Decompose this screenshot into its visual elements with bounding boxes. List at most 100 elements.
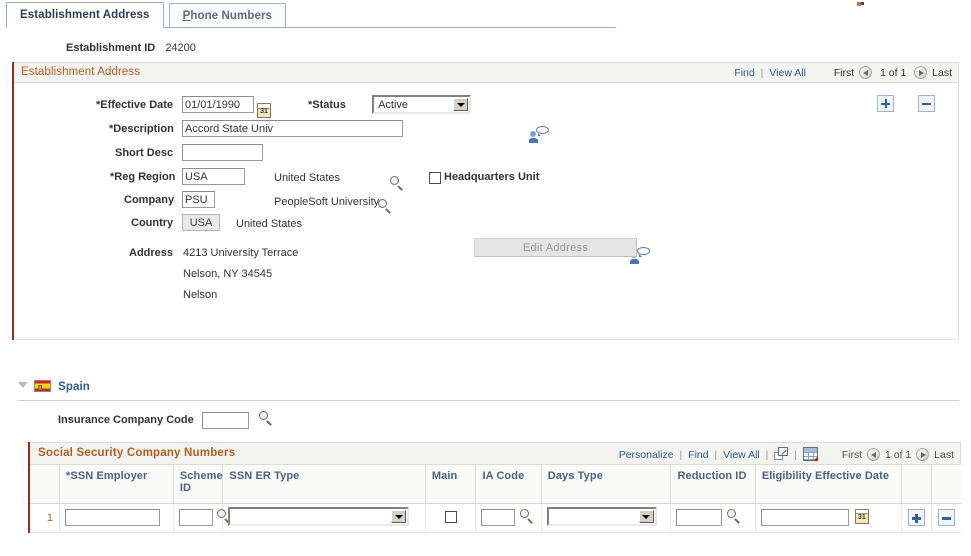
short-desc-label: Short Desc [115,147,174,159]
flag-spain-icon [34,380,52,392]
delete-row-button[interactable] [918,94,936,112]
chevron-down-icon[interactable] [638,509,654,523]
new-window-icon[interactable] [774,447,789,460]
address-line-1: 4213 University Terrace [183,247,299,259]
column-header-delete [931,465,961,504]
scheme-id-input[interactable] [178,509,213,527]
reg-region-label: *Reg Region [110,171,176,183]
chevron-down-icon[interactable] [18,380,29,391]
edit-address-button[interactable]: Edit Address [474,238,637,257]
tab-establishment-address[interactable]: Establishment Address [6,2,164,28]
find-link[interactable]: Find [734,67,754,79]
tab-phone-numbers-label: hone Numbers [190,10,273,22]
cell-eligibility-effective-date [755,503,903,533]
column-header-add [901,465,932,504]
row-counter: 1 of 1 [880,67,907,79]
description-input[interactable] [182,120,403,137]
main-checkbox[interactable] [444,511,457,523]
column-header-ssn-er-type[interactable]: SSN ER Type [222,465,426,504]
insurance-company-code-row: Insurance Company Code [18,411,959,429]
status-select-value: Active [378,99,409,111]
insurance-company-code-lookup-icon[interactable] [258,411,273,426]
description-comment-icon[interactable] [529,126,550,143]
eligibility-date-calendar-icon[interactable] [854,508,869,524]
ia-code-lookup-icon[interactable] [519,508,534,524]
first-label[interactable]: First [834,67,854,79]
reduction-id-input[interactable] [676,509,723,527]
cell-delete-row [931,503,961,533]
establishment-address-panel-header: Establishment Address Find | View All Fi… [14,62,959,83]
download-spreadsheet-icon[interactable] [802,447,818,461]
cell-add-row [901,503,932,533]
ssn-company-numbers-grid: Social Security Company Numbers Personal… [28,442,961,533]
ssn-view-all-link[interactable]: View All [723,449,760,461]
cell-reduction-id [670,503,756,533]
cell-ssn-employer [59,503,174,533]
country-description: United States [236,218,303,230]
country-value: USA [182,214,220,231]
column-header-eligibility-effective-date[interactable]: Eligibility Effective Date [755,465,903,504]
chevron-down-icon[interactable] [391,509,407,523]
ssn-nav-separator-2: | [714,449,718,461]
company-input[interactable] [182,191,215,208]
address-line-3: Nelson [183,289,218,301]
tab-phone-numbers[interactable]: Phone Numbers [168,3,287,28]
grid-delete-row-button[interactable] [937,509,955,526]
ssn-employer-input[interactable] [65,509,161,526]
ssn-first-label[interactable]: First [842,449,862,461]
country-label: Country [131,217,174,229]
spain-section-header[interactable]: Spain [18,380,959,397]
cell-days-type [541,503,672,533]
establishment-id-value: 24200 [165,42,196,54]
reg-region-input[interactable] [182,168,245,185]
column-header-reduction-id[interactable]: Reduction ID [670,465,756,504]
cell-scheme-id [173,503,226,533]
column-header-main[interactable]: Main [425,465,477,504]
ssn-find-link[interactable]: Find [688,449,708,461]
next-row-arrow-icon[interactable] [914,66,928,79]
ssn-nav-separator-3: | [765,449,769,461]
grid-add-row-button[interactable] [908,509,926,526]
establishment-address-panel-title: Establishment Address [21,66,141,78]
ssn-previous-arrow-icon[interactable] [867,448,881,461]
ssn-next-arrow-icon[interactable] [916,448,930,461]
chevron-down-icon[interactable] [453,98,469,111]
calendar-icon[interactable] [257,103,271,118]
reg-region-description: United States [274,172,341,184]
ia-code-input[interactable] [481,509,516,527]
address-line-2: Nelson, NY 34545 [183,268,273,280]
spain-section: Spain Insurance Company Code [18,380,959,429]
reg-region-lookup-icon[interactable] [389,176,404,191]
add-row-button[interactable] [877,94,895,112]
spain-section-label[interactable]: Spain [58,381,90,393]
ssn-nav-separator-4: | [794,449,797,461]
headquarters-unit-label: Headquarters Unit [444,171,540,183]
ssn-nav-separator-1: | [679,449,683,461]
ssn-grid-header-row: *SSN Employer Scheme ID SSN ER Type Main… [30,465,961,504]
short-desc-input[interactable] [182,144,263,161]
headquarters-unit-checkbox[interactable] [429,172,441,184]
column-header-ssn-employer[interactable]: *SSN Employer [59,465,174,504]
ssn-grid-title: Social Security Company Numbers [38,447,236,459]
ssn-grid-table: *SSN Employer Scheme ID SSN ER Type Main… [30,465,961,533]
status-label: *Status [308,99,346,111]
eligibility-effective-date-input[interactable] [760,509,849,527]
company-lookup-icon[interactable] [377,199,392,214]
column-header-scheme-id[interactable]: Scheme ID [173,465,224,504]
insurance-company-code-input[interactable] [201,411,249,429]
column-header-ia-code[interactable]: IA Code [475,465,542,504]
previous-row-arrow-icon[interactable] [859,66,873,79]
column-header-days-type[interactable]: Days Type [541,465,672,504]
effective-date-input[interactable] [182,96,254,113]
personalize-link[interactable]: Personalize [619,449,674,461]
ssn-last-label[interactable]: Last [934,449,954,461]
last-label[interactable]: Last [932,67,952,79]
status-select[interactable]: Active [372,95,472,114]
ssn-er-type-select[interactable] [228,506,410,526]
table-row: 1 [30,503,961,533]
view-all-link[interactable]: View All [769,67,806,79]
reduction-id-lookup-icon[interactable] [726,508,741,524]
days-type-select[interactable] [546,506,657,526]
tab-establishment-address-label: Establishment Address [20,9,150,21]
ssn-row-counter: 1 of 1 [885,449,912,461]
